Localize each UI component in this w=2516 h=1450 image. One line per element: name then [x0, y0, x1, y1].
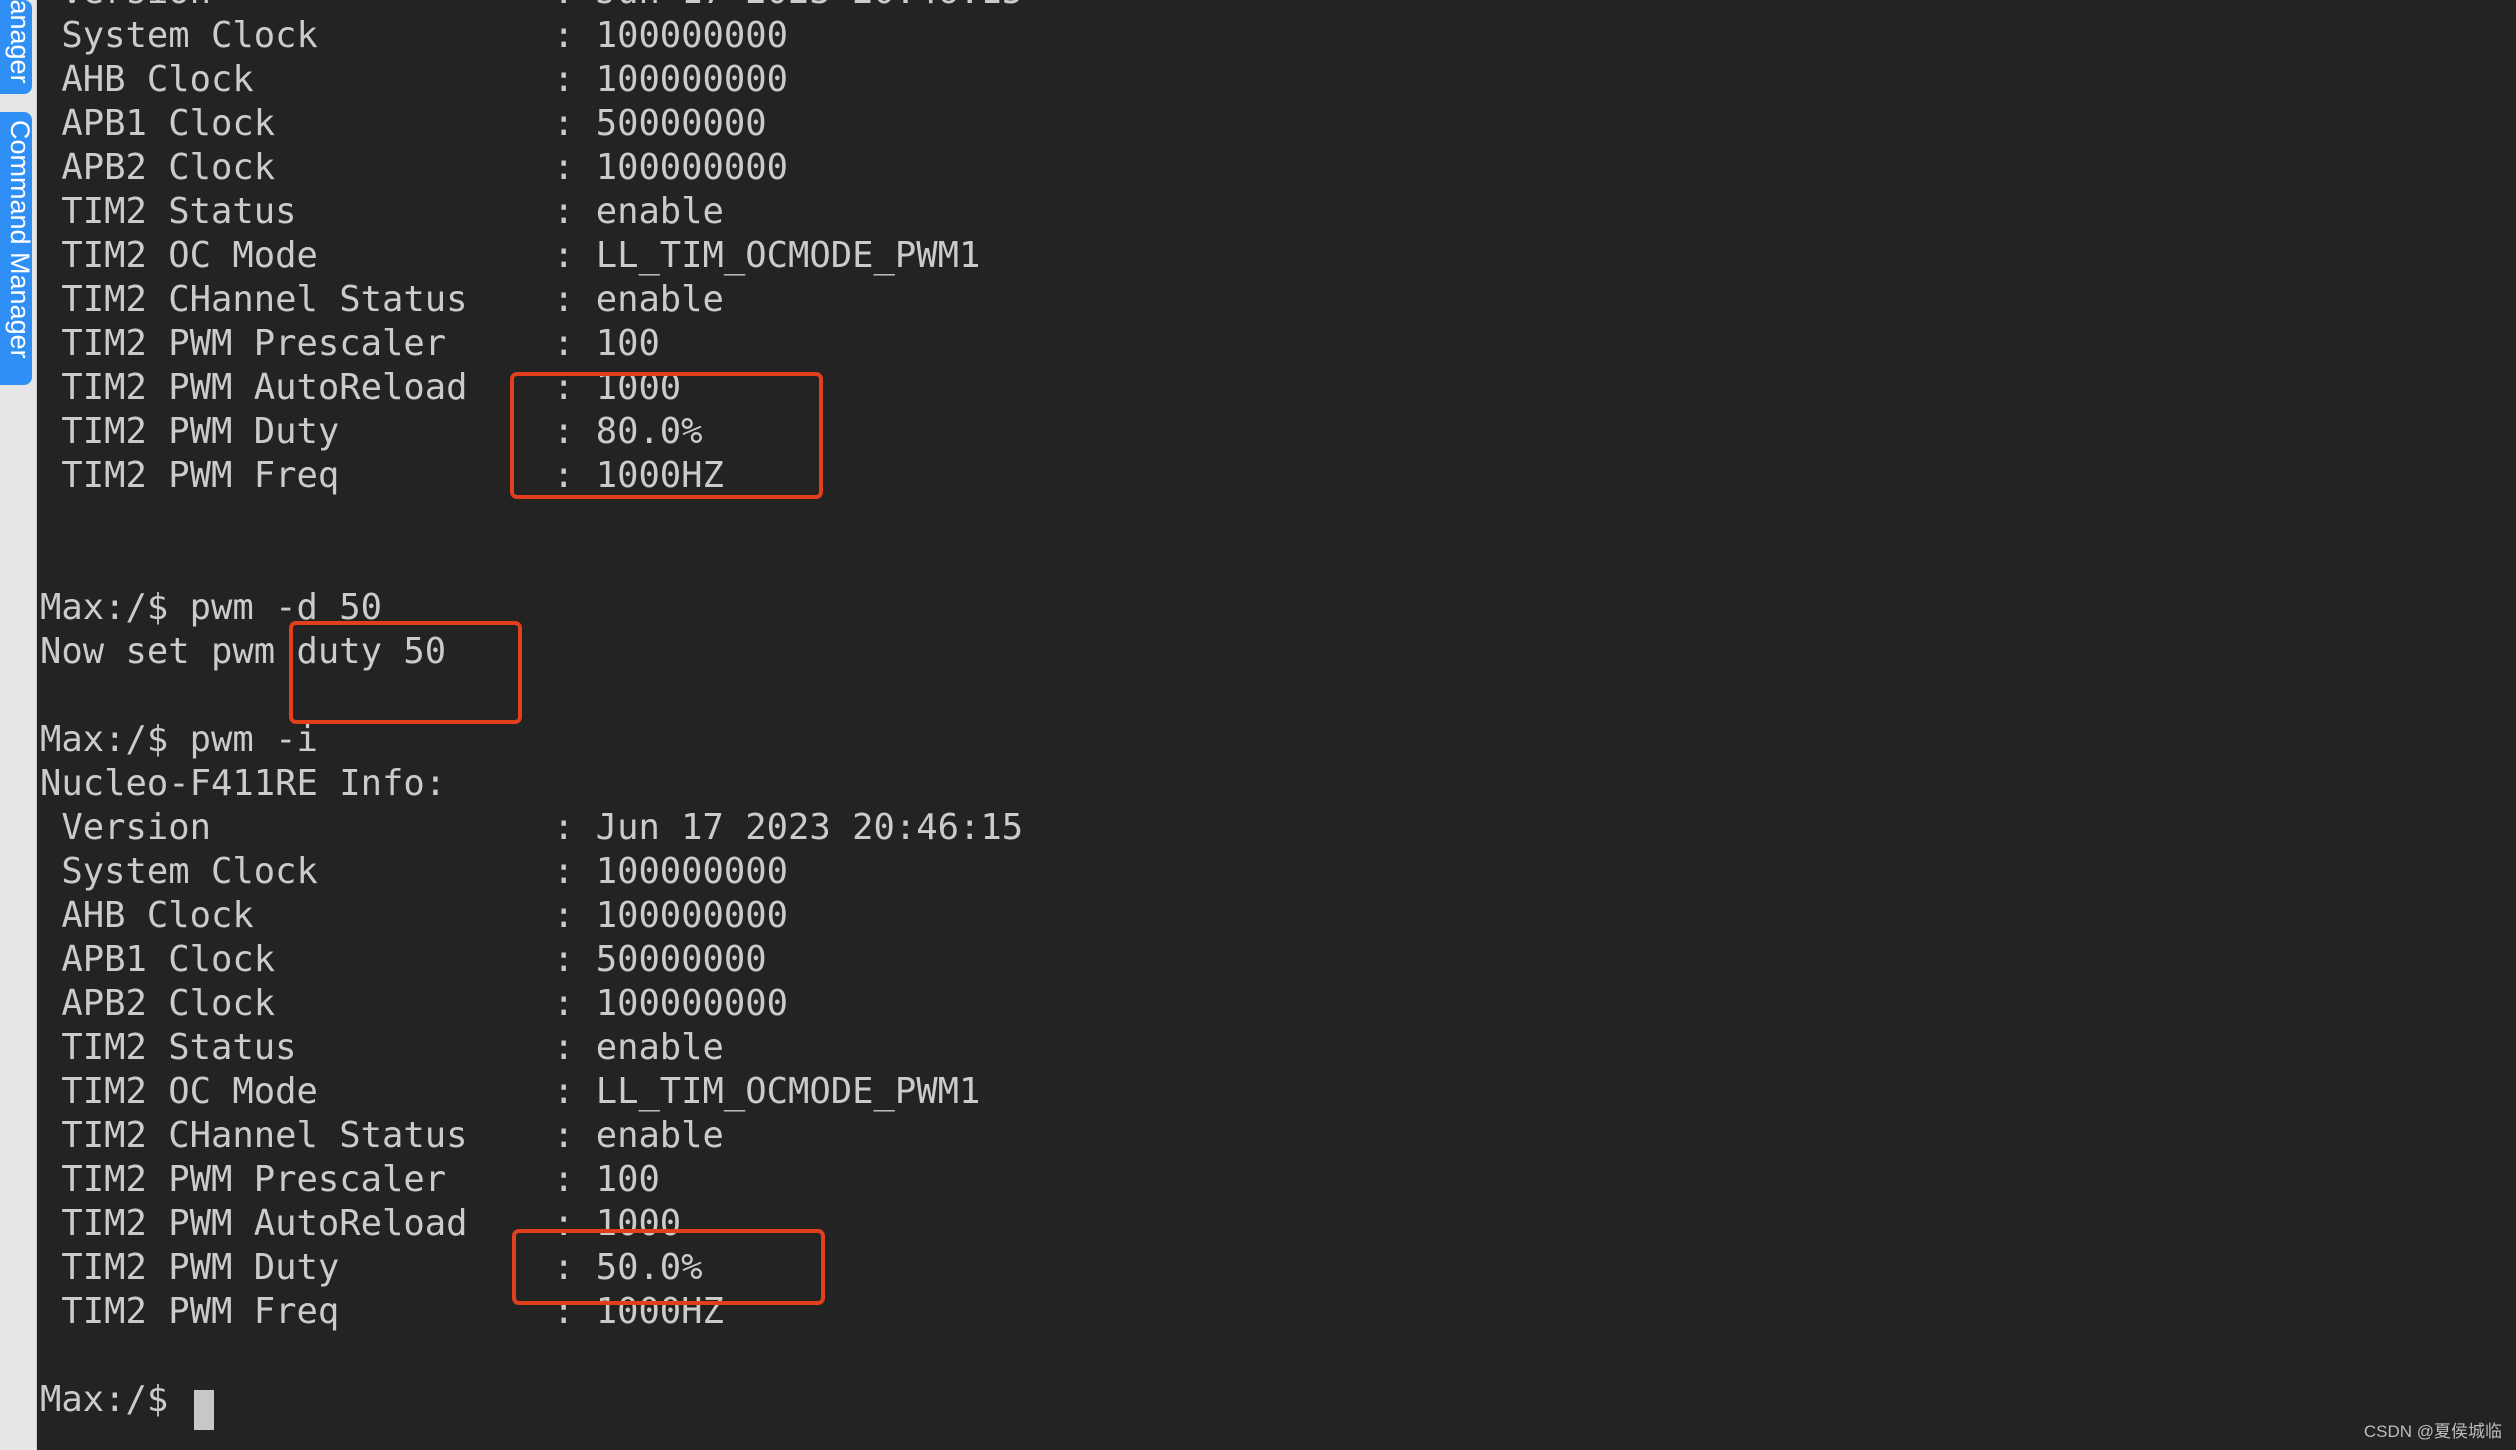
terminal-line: Max:/$ pwm -i: [40, 719, 318, 760]
terminal-line: APB1 Clock : 50000000: [40, 939, 767, 980]
terminal-line: Version : Jun 17 2023 20:46:15: [40, 0, 2516, 14]
highlight-box-duty-50: [512, 1229, 825, 1305]
terminal-line: TIM2 CHannel Status : enable: [40, 279, 724, 320]
highlight-box-set-duty: [289, 621, 522, 724]
terminal-output[interactable]: Version : Jun 17 2023 20:46:15 System Cl…: [40, 0, 2516, 1450]
terminal-line: System Clock : 100000000: [40, 851, 789, 892]
tab-command-manager[interactable]: Command Manager: [0, 112, 32, 385]
terminal-line: TIM2 OC Mode : LL_TIM_OCMODE_PWM1: [40, 235, 981, 276]
terminal-line: TIM2 PWM Duty : 50.0%: [40, 1247, 703, 1288]
terminal-line: TIM2 Status : enable: [40, 1027, 724, 1068]
terminal-cursor: [194, 1390, 214, 1430]
terminal-line: System Clock : 100000000: [40, 15, 789, 56]
terminal-line: APB1 Clock : 50000000: [40, 103, 767, 144]
tab-label: Command Manager: [5, 120, 32, 359]
terminal-line: TIM2 PWM Freq : 1000HZ: [40, 455, 724, 496]
sidebar: Manager Command Manager: [0, 0, 37, 1450]
terminal-line: AHB Clock : 100000000: [40, 59, 789, 100]
terminal-line: Nucleo-F411RE Info:: [40, 763, 447, 804]
terminal-line: TIM2 PWM AutoReload : 1000: [40, 367, 682, 408]
terminal-line: TIM2 OC Mode : LL_TIM_OCMODE_PWM1: [40, 1071, 981, 1112]
terminal-line: Max:/$: [40, 1379, 190, 1420]
terminal-line: Version : Jun 17 2023 20:46:15: [40, 807, 1024, 848]
terminal-line: AHB Clock : 100000000: [40, 895, 789, 936]
terminal-line: TIM2 CHannel Status : enable: [40, 1115, 724, 1156]
terminal-line: TIM2 PWM Duty : 80.0%: [40, 411, 703, 452]
terminal-line: TIM2 PWM AutoReload : 1000: [40, 1203, 682, 1244]
highlight-box-autoreload-duty-freq: [510, 372, 823, 499]
watermark: CSDN @夏侯城临: [2363, 1422, 2502, 1441]
tab-manager[interactable]: Manager: [0, 0, 32, 94]
terminal-line: TIM2 PWM Prescaler : 100: [40, 323, 660, 364]
terminal-line: APB2 Clock : 100000000: [40, 147, 789, 188]
terminal-line: TIM2 Status : enable: [40, 191, 724, 232]
terminal-line: TIM2 PWM Freq : 1000HZ: [40, 1291, 724, 1332]
tab-label: Manager: [5, 0, 32, 84]
terminal-line: APB2 Clock : 100000000: [40, 983, 789, 1024]
terminal-line: TIM2 PWM Prescaler : 100: [40, 1159, 660, 1200]
